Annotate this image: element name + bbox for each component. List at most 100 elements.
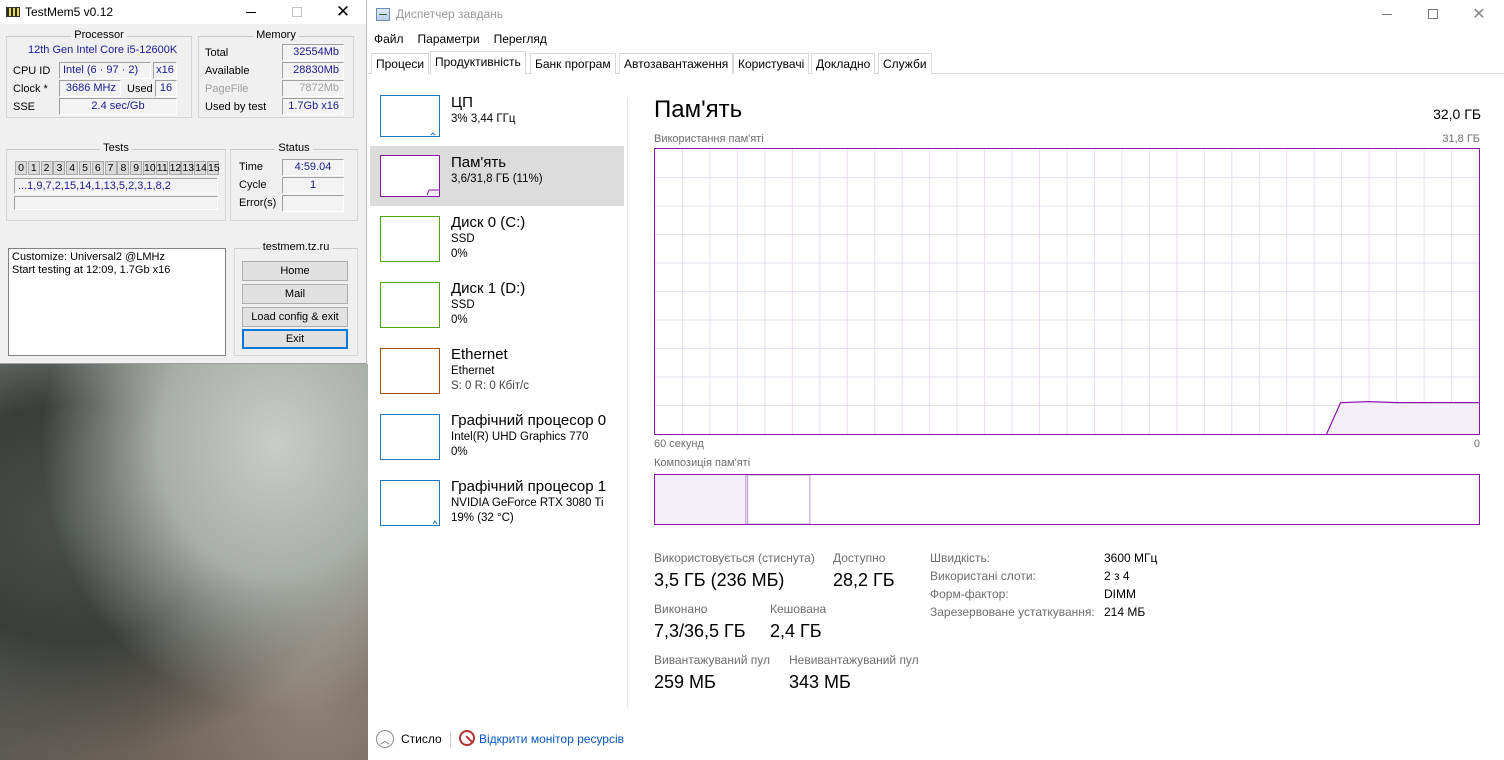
chevron-up-icon[interactable]: ︿ — [376, 730, 394, 748]
testmem-titlebar[interactable]: TestMem5 v0.12 ✕ — [0, 0, 366, 24]
speed-label: Швидкість: — [930, 551, 991, 565]
tab-app-history[interactable]: Банк програм — [530, 53, 616, 74]
memory-composition-bar — [654, 474, 1480, 525]
sse-label: SSE — [13, 101, 36, 113]
nonpaged-pool-value: 343 МБ — [789, 672, 851, 692]
processor-group-title: Processor — [71, 29, 127, 41]
load-config-exit-button[interactable]: Load config & exit — [242, 307, 348, 327]
used-threads-value[interactable]: 16 — [155, 80, 177, 97]
clock-value: 3686 MHz — [59, 80, 121, 97]
cpu-thumbnail — [380, 95, 440, 137]
test-number-box: 10 — [143, 161, 156, 175]
fewer-details-button[interactable]: Стисло — [401, 732, 442, 746]
sidebar-item-disk-1[interactable]: Диск 1 (D:) SSD 0% — [370, 272, 624, 332]
sidebar-item-detail: 3% 3,44 ГГц — [451, 113, 516, 125]
menu-bar: Файл Параметри Перегляд — [368, 28, 1504, 50]
test-number-box: 6 — [91, 161, 104, 175]
ethernet-thumbnail — [380, 348, 440, 394]
tk-maximize-button[interactable] — [1410, 0, 1456, 28]
minimize-icon — [1382, 13, 1392, 15]
memory-available-value: 28830Mb — [282, 62, 344, 79]
memory-available-label: Available — [205, 65, 250, 77]
reserved-value: 214 МБ — [1104, 605, 1146, 619]
log-line: Start testing at 12:09, 1.7Gb x16 — [12, 264, 171, 276]
test-sequence: ...1,9,7,2,15,14,1,13,5,2,3,1,8,2 — [14, 178, 218, 194]
log-textbox[interactable]: Customize: Universal2 @LMHz Start testin… — [8, 248, 226, 356]
memory-panel: Пам'ять 32,0 ГБ Використання пам'яті 31,… — [654, 88, 1484, 708]
committed-label: Виконано — [654, 602, 708, 616]
test-number-box: 15 — [207, 161, 220, 175]
menu-file[interactable]: Файл — [374, 32, 404, 46]
close-icon: ✕ — [1472, 6, 1486, 23]
cpu-id-value: Intel (6 · 97 · 2) — [59, 62, 151, 79]
nonpaged-pool-label: Невивантажуваний пул — [789, 653, 919, 667]
sidebar-item-gpu-0[interactable]: Графічний процесор 0 Intel(R) UHD Graphi… — [370, 404, 624, 464]
sidebar-item-detail: SSD — [451, 233, 475, 245]
maximize-icon — [1428, 9, 1438, 19]
graph-axis-left: 60 секунд — [654, 438, 704, 450]
paged-pool-label: Вивантажуваний пул — [654, 653, 770, 667]
slots-label: Використані слоти: — [930, 569, 1036, 583]
tab-details[interactable]: Докладно — [811, 53, 876, 74]
sidebar-item-detail: Intel(R) UHD Graphics 770 — [451, 431, 589, 443]
tab-processes[interactable]: Процеси — [371, 53, 430, 74]
menu-view[interactable]: Перегляд — [494, 32, 547, 46]
testmem-window: TestMem5 v0.12 ✕ Processor 12th Gen Inte… — [0, 0, 367, 364]
tab-startup[interactable]: Автозавантаження — [619, 53, 734, 74]
resource-monitor-icon — [459, 730, 475, 746]
available-value: 28,2 ГБ — [833, 570, 895, 590]
form-factor-value: DIMM — [1104, 587, 1136, 601]
performance-sidebar: ЦП 3% 3,44 ГГц Пам'ять 3,6/31,8 ГБ (11%)… — [370, 80, 626, 540]
site-group-title: testmem.tz.ru — [259, 241, 333, 253]
test-number-box: 1 — [27, 161, 40, 175]
open-resource-monitor-link[interactable]: Відкрити монітор ресурсів — [479, 732, 624, 746]
sidebar-item-gpu-1[interactable]: Графічний процесор 1 NVIDIA GeForce RTX … — [370, 470, 624, 530]
disk-1-thumbnail — [380, 282, 440, 328]
test-number-box: 5 — [79, 161, 91, 175]
cycle-value: 1 — [282, 177, 344, 194]
sidebar-item-detail: S: 0 R: 0 Кбіт/с — [451, 380, 529, 392]
memory-total-value: 32554Mb — [282, 44, 344, 61]
mail-button[interactable]: Mail — [242, 284, 348, 304]
tab-users[interactable]: Користувачі — [733, 53, 810, 74]
menu-options[interactable]: Параметри — [418, 32, 480, 46]
exit-button[interactable]: Exit — [242, 329, 348, 349]
test-number-box: 9 — [130, 161, 143, 175]
test-number-box: 4 — [66, 161, 79, 175]
panel-heading: Пам'ять — [654, 96, 743, 123]
close-button[interactable]: ✕ — [320, 0, 366, 24]
speed-value: 3600 МГц — [1104, 551, 1158, 565]
sidebar-item-detail: Ethernet — [451, 365, 495, 377]
maximize-icon — [292, 7, 302, 17]
sidebar-item-disk-0[interactable]: Диск 0 (C:) SSD 0% — [370, 206, 624, 266]
paged-pool-value: 259 МБ — [654, 672, 716, 692]
test-number-box: 8 — [117, 161, 130, 175]
sidebar-item-memory[interactable]: Пам'ять 3,6/31,8 ГБ (11%) — [370, 146, 624, 206]
memory-thumbnail — [380, 155, 440, 197]
minimize-button[interactable] — [228, 0, 274, 24]
test-number-box: 7 — [104, 161, 117, 175]
test-number-box: 13 — [181, 161, 195, 175]
in-use-label: Використовується (стиснута) — [654, 551, 815, 565]
tab-performance[interactable]: Продуктивність — [430, 51, 526, 75]
task-manager-app-icon — [376, 7, 390, 21]
sidebar-item-ethernet[interactable]: Ethernet Ethernet S: 0 R: 0 Кбіт/с — [370, 338, 624, 398]
test-progress-bar — [14, 196, 218, 210]
available-label: Доступно — [833, 551, 886, 565]
errors-value — [282, 195, 344, 212]
cached-label: Кешована — [770, 602, 827, 616]
tab-services[interactable]: Служби — [878, 53, 932, 74]
maximize-button — [274, 0, 320, 24]
sidebar-item-title: Пам'ять — [451, 154, 507, 171]
cpu-threads-value: x16 — [153, 62, 177, 79]
tk-minimize-button[interactable] — [1364, 0, 1410, 28]
composition-standby — [747, 474, 811, 525]
task-manager-titlebar[interactable]: Диспетчер завдань ✕ — [368, 0, 1504, 28]
memory-usage-graph — [654, 148, 1480, 435]
home-button[interactable]: Home — [242, 261, 348, 281]
sidebar-item-cpu[interactable]: ЦП 3% 3,44 ГГц — [370, 86, 624, 146]
testmem-title: TestMem5 v0.12 — [25, 5, 114, 19]
sidebar-item-detail: 3,6/31,8 ГБ (11%) — [451, 173, 543, 185]
tk-close-button[interactable]: ✕ — [1456, 0, 1502, 28]
sidebar-item-detail: 19% (32 °C) — [451, 512, 514, 524]
